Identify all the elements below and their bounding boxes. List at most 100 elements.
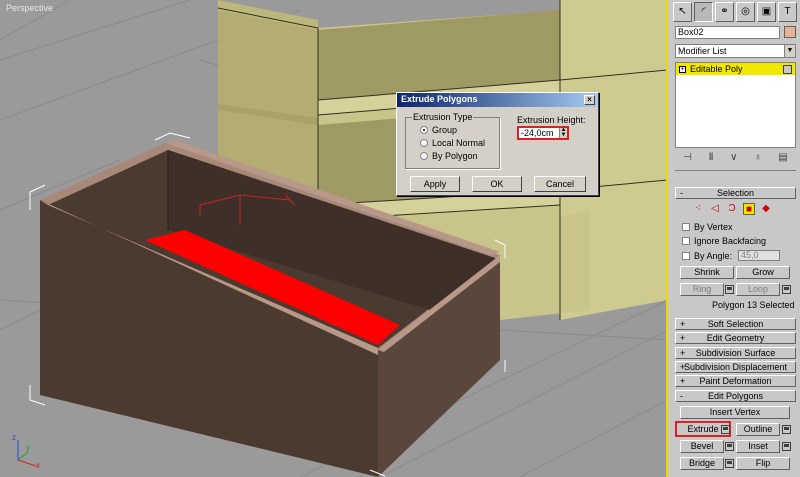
grow-button[interactable]: Grow bbox=[736, 266, 790, 279]
insert-vertex-button[interactable]: Insert Vertex bbox=[680, 406, 790, 419]
flip-button[interactable]: Flip bbox=[736, 457, 790, 470]
ring-button[interactable]: Ring bbox=[680, 283, 724, 296]
rollout-paint-deformation[interactable]: + Paint Deformation bbox=[675, 375, 796, 387]
ring-settings-icon[interactable] bbox=[725, 285, 734, 294]
make-unique-icon[interactable]: ∨ bbox=[730, 152, 737, 166]
checkbox-label: By Vertex bbox=[694, 222, 733, 232]
object-color-swatch[interactable] bbox=[784, 26, 796, 38]
checkbox-icon bbox=[682, 237, 690, 245]
modifier-stack[interactable]: + Editable Poly bbox=[675, 62, 796, 148]
extrude-settings-icon[interactable] bbox=[721, 425, 730, 434]
edge-icon[interactable]: ◁ bbox=[709, 203, 721, 215]
rollout-selection[interactable]: - Selection bbox=[675, 187, 796, 199]
show-end-result-icon[interactable]: Ⅱ bbox=[709, 152, 714, 166]
bevel-button[interactable]: Bevel bbox=[680, 440, 724, 453]
outline-settings-icon[interactable] bbox=[782, 425, 791, 434]
angle-field[interactable]: 45,0 bbox=[738, 250, 780, 261]
selection-status: Polygon 13 Selected bbox=[712, 300, 795, 310]
ignore-backfacing-checkbox[interactable]: Ignore Backfacing bbox=[682, 236, 766, 246]
dialog-title-bar[interactable]: Extrude Polygons × bbox=[397, 93, 598, 107]
checkbox-icon bbox=[682, 223, 690, 231]
polygon-icon[interactable]: ■ bbox=[743, 203, 755, 215]
rollout-title: Subdivision Displacement bbox=[683, 362, 788, 372]
rollout-edit-geometry[interactable]: + Edit Geometry bbox=[675, 332, 796, 344]
ok-button[interactable]: OK bbox=[472, 176, 522, 192]
rollout-title: Edit Geometry bbox=[706, 333, 765, 343]
radio-by-polygon[interactable]: By Polygon bbox=[420, 151, 478, 161]
viewport-scene[interactable]: z x y bbox=[0, 0, 668, 477]
rollout-subdivision-surface[interactable]: + Subdivision Surface bbox=[675, 347, 796, 359]
by-vertex-checkbox[interactable]: By Vertex bbox=[682, 222, 733, 232]
rollout-title: Selection bbox=[716, 188, 755, 198]
shrink-button[interactable]: Shrink bbox=[680, 266, 734, 279]
vertex-icon[interactable]: ⁖ bbox=[692, 203, 704, 215]
by-angle-checkbox[interactable]: By Angle: bbox=[682, 251, 732, 261]
viewport-label[interactable]: Perspective bbox=[6, 3, 53, 13]
extrusion-height-label: Extrusion Height: bbox=[517, 115, 586, 125]
svg-text:x: x bbox=[36, 461, 40, 470]
inset-settings-icon[interactable] bbox=[782, 442, 791, 451]
subobject-icons: ⁖ ◁ Ɔ ■ ◆ bbox=[692, 203, 772, 215]
loop-button[interactable]: Loop bbox=[736, 283, 780, 296]
bevel-settings-icon[interactable] bbox=[725, 442, 734, 451]
radio-label: Local Normal bbox=[432, 138, 486, 148]
outline-button[interactable]: Outline bbox=[736, 423, 780, 436]
checkbox-label: Ignore Backfacing bbox=[694, 236, 767, 246]
extrusion-type-group: Extrusion Type Group Local Normal By Pol… bbox=[405, 112, 500, 169]
remove-modifier-icon[interactable]: ♁ bbox=[754, 152, 762, 166]
loop-settings-icon[interactable] bbox=[782, 285, 791, 294]
modifier-list-label: Modifier List bbox=[678, 46, 727, 56]
hierarchy-icon[interactable]: ⚭ bbox=[715, 2, 734, 22]
display-icon[interactable]: ▣ bbox=[757, 2, 776, 22]
svg-text:y: y bbox=[26, 443, 30, 452]
bridge-button[interactable]: Bridge bbox=[680, 457, 724, 470]
rollout-title: Subdivision Surface bbox=[695, 348, 776, 358]
command-panel: ↖ ◜ ⚭ ◎ ▣ T Box02 Modifier List ▼ + Edit… bbox=[670, 0, 800, 477]
radio-local-normal[interactable]: Local Normal bbox=[420, 138, 485, 148]
radio-label: Group bbox=[432, 125, 458, 135]
expand-icon: + bbox=[680, 319, 686, 329]
inset-button[interactable]: Inset bbox=[736, 440, 780, 453]
border-icon[interactable]: Ɔ bbox=[726, 203, 738, 215]
bridge-settings-icon[interactable] bbox=[725, 459, 734, 468]
rollout-edit-polygons[interactable]: - Edit Polygons bbox=[675, 390, 796, 402]
collapse-icon: - bbox=[680, 391, 683, 401]
rollout-soft-selection[interactable]: + Soft Selection bbox=[675, 318, 796, 330]
app-window: z x y Perspective Extrude Polygons × Ext… bbox=[0, 0, 800, 477]
rollout-title: Paint Deformation bbox=[699, 376, 772, 386]
chevron-down-icon[interactable]: ▼ bbox=[784, 45, 795, 57]
perspective-viewport[interactable]: z x y Perspective Extrude Polygons × Ext… bbox=[0, 0, 668, 477]
rollout-title: Edit Polygons bbox=[707, 391, 764, 401]
expand-icon: + bbox=[680, 333, 686, 343]
close-icon[interactable]: × bbox=[584, 95, 595, 105]
collapse-icon: - bbox=[680, 188, 683, 198]
stack-toggle-icon[interactable] bbox=[783, 64, 792, 74]
configure-sets-icon[interactable]: ▤ bbox=[778, 152, 787, 166]
stack-item-editable-poly[interactable]: + Editable Poly bbox=[676, 63, 795, 75]
element-icon[interactable]: ◆ bbox=[760, 203, 772, 215]
extrusion-height-value[interactable]: -24,0cm bbox=[519, 128, 559, 138]
modify-icon[interactable]: ◜ bbox=[694, 2, 713, 22]
pin-stack-icon[interactable]: ⊣ bbox=[683, 152, 692, 166]
command-panel-tabs: ↖ ◜ ⚭ ◎ ▣ T bbox=[670, 0, 800, 24]
radio-group[interactable]: Group bbox=[420, 125, 457, 135]
checkbox-label: By Angle: bbox=[694, 251, 733, 261]
create-icon[interactable]: ↖ bbox=[673, 2, 692, 22]
apply-button[interactable]: Apply bbox=[410, 176, 460, 192]
expand-icon: + bbox=[680, 348, 686, 358]
extrusion-height-spinner[interactable]: -24,0cm ▲ ▼ bbox=[517, 126, 569, 140]
modifier-list-dropdown[interactable]: Modifier List ▼ bbox=[675, 44, 796, 58]
motion-icon[interactable]: ◎ bbox=[736, 2, 755, 22]
extrude-polygons-dialog: Extrude Polygons × Extrusion Type Group … bbox=[396, 92, 599, 196]
spinner-arrows-icon[interactable]: ▲ ▼ bbox=[559, 127, 567, 138]
stack-tools: ⊣ Ⅱ ∨ ♁ ▤ bbox=[675, 152, 796, 166]
utilities-icon[interactable]: T bbox=[778, 2, 797, 22]
rollout-subdivision-displacement[interactable]: + Subdivision Displacement bbox=[675, 361, 796, 373]
cancel-button[interactable]: Cancel bbox=[534, 176, 586, 192]
expand-icon: + bbox=[680, 376, 686, 386]
object-name-field[interactable]: Box02 bbox=[675, 26, 780, 39]
axis-tripod: z x y bbox=[12, 433, 40, 470]
expand-icon: + bbox=[680, 362, 686, 372]
radio-dot-icon bbox=[420, 126, 428, 134]
expand-icon[interactable]: + bbox=[679, 65, 686, 73]
